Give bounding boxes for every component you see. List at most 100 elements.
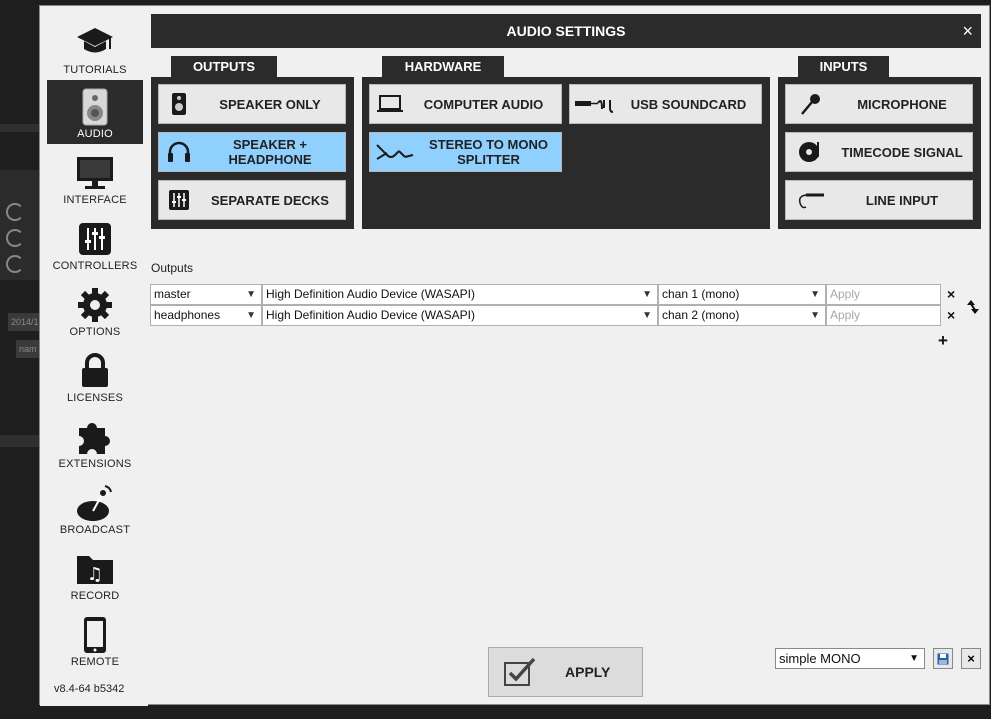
gear-icon <box>75 286 115 324</box>
chevron-down-icon: ▼ <box>909 653 919 664</box>
sidebar-item-licenses[interactable]: LICENSES <box>47 344 143 408</box>
delete-preset-button[interactable]: × <box>961 648 981 669</box>
svg-text:♫: ♫ <box>87 564 103 585</box>
sidebar-item-label: BROADCAST <box>59 524 131 536</box>
monitor-icon <box>75 154 115 192</box>
headphones-icon <box>159 133 199 171</box>
chan-select[interactable]: chan 1 (mono) ▼ <box>658 284 826 305</box>
background-knob-icon <box>6 203 24 221</box>
chevron-down-icon: ▼ <box>246 289 256 300</box>
save-preset-button[interactable] <box>933 648 953 669</box>
usb-soundcard-icon <box>570 85 620 123</box>
sidebar-item-tutorials[interactable]: TUTORIALS <box>47 16 143 80</box>
sliders-icon <box>75 220 115 258</box>
option-label: TIMECODE SIGNAL <box>841 144 963 160</box>
sidebar-item-controllers[interactable]: CONTROLLERS <box>47 212 143 276</box>
chevron-down-icon: ▼ <box>642 310 652 321</box>
background-cell: nam <box>16 340 40 358</box>
channel-select[interactable]: headphones ▼ <box>150 305 262 326</box>
chevron-down-icon: ▼ <box>810 289 820 300</box>
tablet-icon <box>75 616 115 654</box>
tab-hardware: HARDWARE <box>382 56 504 78</box>
sidebar-item-label: RECORD <box>70 590 120 602</box>
microphone-icon <box>786 85 836 123</box>
option-label: SPEAKER + HEADPHONE <box>228 137 312 167</box>
option-label: USB SOUNDCARD <box>630 96 747 112</box>
jack-cable-icon <box>786 181 836 219</box>
close-icon[interactable]: × <box>962 14 973 48</box>
option-label: SEPARATE DECKS <box>211 192 329 208</box>
sidebar-item-label: LICENSES <box>66 392 123 404</box>
option-computer-audio[interactable]: COMPUTER AUDIO <box>369 84 562 124</box>
floppy-disk-icon <box>937 653 949 664</box>
sidebar-item-label: TUTORIALS <box>63 64 127 76</box>
apply-field[interactable]: Apply <box>826 284 941 305</box>
option-microphone[interactable]: MICROPHONE <box>785 84 973 124</box>
sidebar-item-options[interactable]: OPTIONS <box>47 278 143 342</box>
apply-button[interactable]: APPLY <box>488 647 643 697</box>
music-folder-icon: ♫ <box>75 550 115 588</box>
tab-inputs: INPUTS <box>798 56 889 78</box>
output-row-headphones: headphones ▼ High Definition Audio Device… <box>150 305 955 326</box>
vinyl-icon <box>786 133 836 171</box>
option-separate-decks[interactable]: SEPARATE DECKS <box>158 180 346 220</box>
preset-select[interactable]: simple MONO ▼ <box>775 648 925 669</box>
chevron-down-icon: ▼ <box>246 310 256 321</box>
inputs-panel: MICROPHONE TIMECODE SIGNAL LINE INPUT <box>778 77 981 229</box>
mixer-icon <box>159 181 199 219</box>
option-stereo-to-mono-splitter[interactable]: STEREO TO MONO SPLITTER <box>369 132 562 172</box>
remove-row-icon[interactable]: × <box>947 286 955 302</box>
sidebar-item-remote[interactable]: REMOTE <box>47 608 143 672</box>
apply-field[interactable]: Apply <box>826 305 941 326</box>
option-usb-soundcard[interactable]: USB SOUNDCARD <box>569 84 762 124</box>
sidebar-item-label: INTERFACE <box>63 194 127 206</box>
audio-settings-dialog: TUTORIALS AUDIO INTERFACE CONTROLLERS OP… <box>39 5 990 706</box>
puzzle-icon <box>75 418 115 456</box>
sidebar-item-record[interactable]: ♫ RECORD <box>47 542 143 606</box>
option-label: MICROPHONE <box>857 96 947 112</box>
device-select[interactable]: High Definition Audio Device (WASAPI) ▼ <box>262 305 658 326</box>
sidebar-item-label: REMOTE <box>70 656 120 668</box>
speaker-icon <box>75 88 115 126</box>
option-speaker-only[interactable]: SPEAKER ONLY <box>158 84 346 124</box>
sidebar-item-audio[interactable]: AUDIO <box>47 80 143 144</box>
background-cell: 2014/1 <box>8 313 40 331</box>
sidebar-item-label: CONTROLLERS <box>52 260 138 272</box>
background-knob-icon <box>6 255 24 273</box>
sidebar-item-broadcast[interactable]: BROADCAST <box>47 476 143 540</box>
dialog-title: AUDIO SETTINGS <box>506 23 626 39</box>
device-select[interactable]: High Definition Audio Device (WASAPI) ▼ <box>262 284 658 305</box>
tab-outputs: OUTPUTS <box>171 56 277 78</box>
chevron-down-icon: ▼ <box>810 310 820 321</box>
settings-sidebar: TUTORIALS AUDIO INTERFACE CONTROLLERS OP… <box>40 6 148 706</box>
version-label: v8.4-64 b5342 <box>54 683 125 695</box>
option-timecode-signal[interactable]: TIMECODE SIGNAL <box>785 132 973 172</box>
option-label: LINE INPUT <box>865 192 939 208</box>
laptop-icon <box>370 85 410 123</box>
sidebar-item-label: OPTIONS <box>69 326 121 338</box>
chan-select[interactable]: chan 2 (mono) ▼ <box>658 305 826 326</box>
swap-rows-icon[interactable] <box>966 299 980 320</box>
option-speaker-headphone[interactable]: SPEAKER + HEADPHONE <box>158 132 346 172</box>
dialog-title-bar: AUDIO SETTINGS × <box>151 14 981 48</box>
speaker-icon <box>159 85 199 123</box>
sidebar-item-extensions[interactable]: EXTENSIONS <box>47 410 143 474</box>
background-knob-icon <box>6 229 24 247</box>
sidebar-item-interface[interactable]: INTERFACE <box>47 146 143 210</box>
channel-select[interactable]: master ▼ <box>150 284 262 305</box>
background-app-strip <box>0 0 40 719</box>
background-divider <box>0 435 40 447</box>
checkbox-check-icon <box>489 657 551 687</box>
graduation-cap-icon <box>75 24 115 62</box>
outputs-panel: SPEAKER ONLY SPEAKER + HEADPHONE SEPARATE… <box>151 77 354 229</box>
option-label: SPEAKER ONLY <box>219 96 321 112</box>
remove-row-icon[interactable]: × <box>947 307 955 323</box>
satellite-dish-icon <box>75 484 115 522</box>
background-divider <box>0 124 40 132</box>
option-label: STEREO TO MONO SPLITTER <box>429 137 548 167</box>
output-row-master: master ▼ High Definition Audio Device (WA… <box>150 284 955 305</box>
add-output-button[interactable]: + <box>938 331 948 351</box>
option-line-input[interactable]: LINE INPUT <box>785 180 973 220</box>
outputs-section-label: Outputs <box>151 261 194 275</box>
option-label: COMPUTER AUDIO <box>423 96 544 112</box>
